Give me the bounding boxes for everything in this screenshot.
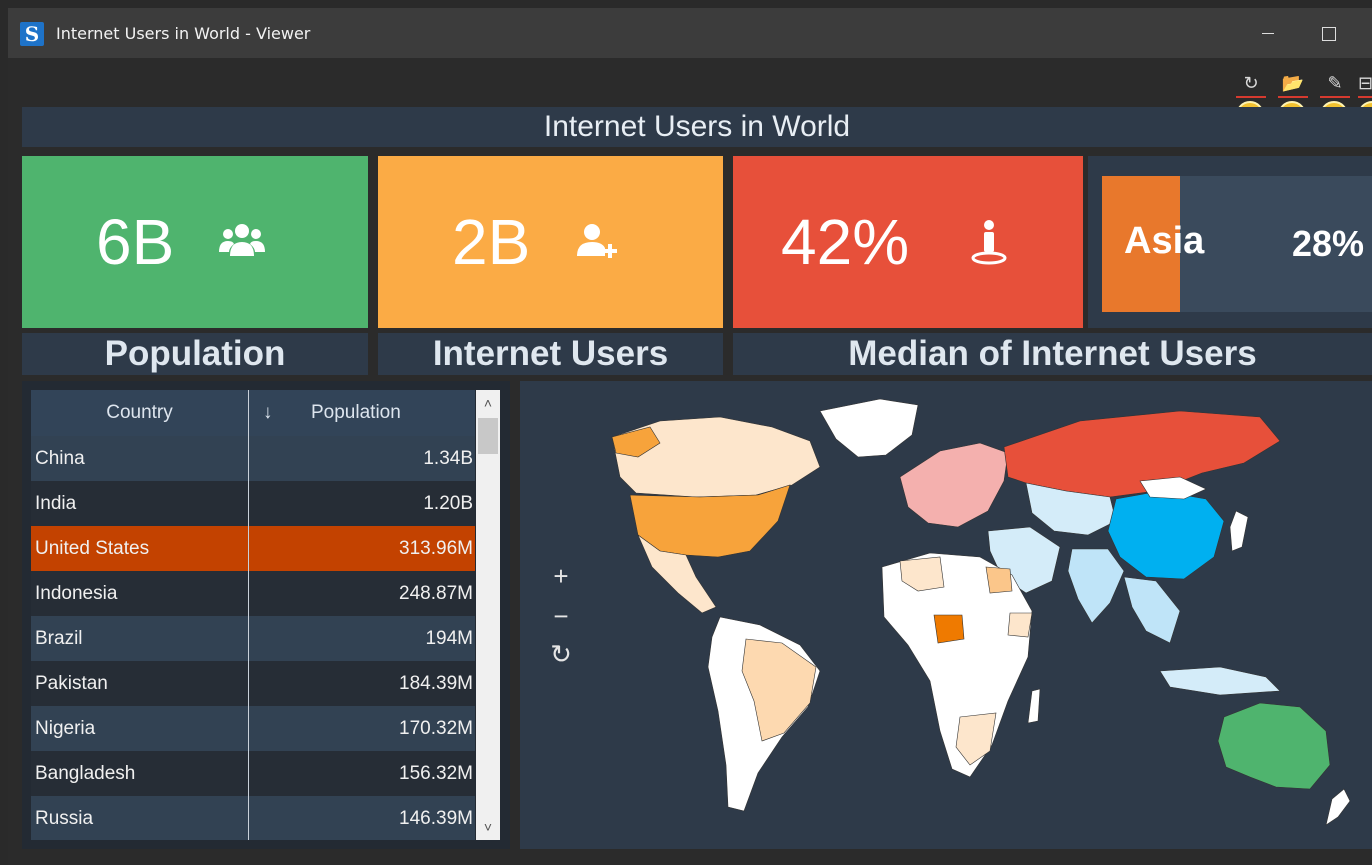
- kpi-label-population: Population: [22, 333, 368, 375]
- open-folder-icon[interactable]: 📂: [1278, 72, 1308, 98]
- zoom-out-button[interactable]: −: [546, 601, 576, 632]
- map-region-southeast-asia[interactable]: [1123, 576, 1181, 644]
- sort-descending-icon: ↓: [263, 402, 273, 423]
- cell-population: 156.32M: [399, 763, 473, 784]
- map-region-europe[interactable]: [899, 442, 1009, 528]
- table-row[interactable]: Pakistan 184.39M: [31, 661, 475, 706]
- table-row[interactable]: Nigeria 170.32M: [31, 706, 475, 751]
- refresh-icon[interactable]: ↻: [1236, 72, 1266, 98]
- column-header-population[interactable]: ↓ Population: [249, 390, 475, 436]
- region-indicator-card[interactable]: Asia 28%: [1088, 156, 1372, 328]
- scroll-thumb[interactable]: [478, 418, 498, 454]
- cell-population: 184.39M: [399, 673, 473, 694]
- scroll-down-icon[interactable]: ˅: [476, 814, 500, 840]
- cell-population: 170.32M: [399, 718, 473, 739]
- cell-population: 248.87M: [399, 583, 473, 604]
- map-region-egypt[interactable]: [985, 566, 1013, 594]
- map-region-greenland[interactable]: [819, 398, 919, 458]
- map-region-nigeria[interactable]: [933, 614, 965, 644]
- kpi-value: 42%: [781, 206, 910, 278]
- world-map-panel[interactable]: + − ↻: [520, 381, 1372, 849]
- region-name: Asia: [1124, 220, 1205, 262]
- fullscreen-icon[interactable]: ⊟: [1358, 72, 1372, 98]
- cell-country: Bangladesh: [35, 763, 136, 784]
- kpi-value: 2B: [452, 206, 531, 278]
- world-map[interactable]: [520, 381, 1372, 849]
- table-row-selected[interactable]: United States 313.96M: [31, 526, 475, 571]
- table-header: Country ↓ Population: [31, 390, 475, 436]
- table-row[interactable]: Russia 146.39M: [31, 796, 475, 840]
- kpi-card-internet-users[interactable]: 2B: [378, 156, 723, 328]
- kpi-label-median: Median of Internet Users: [733, 333, 1372, 375]
- table-row[interactable]: China 1.34B: [31, 436, 475, 481]
- kpi-card-population[interactable]: 6B: [22, 156, 368, 328]
- cell-country: Pakistan: [35, 673, 108, 694]
- table-scrollbar[interactable]: ˄ ˅: [476, 390, 500, 840]
- cell-country: United States: [35, 538, 150, 559]
- dashboard-title: Internet Users in World: [22, 107, 1372, 147]
- column-header-population-label: Population: [311, 402, 401, 423]
- map-region-japan[interactable]: [1229, 510, 1249, 552]
- cell-population: 146.39M: [399, 808, 473, 829]
- map-region-australia[interactable]: [1217, 702, 1331, 790]
- window-titlebar: S Internet Users in World - Viewer: [8, 8, 1372, 58]
- map-region-madagascar[interactable]: [1027, 688, 1041, 724]
- window-title: Internet Users in World - Viewer: [56, 24, 311, 43]
- minimize-button[interactable]: [1248, 16, 1288, 50]
- kpi-value: 6B: [96, 206, 175, 278]
- person-location-icon: [971, 220, 1007, 265]
- cell-country: Indonesia: [35, 583, 118, 604]
- kpi-card-median[interactable]: 42%: [733, 156, 1083, 328]
- cell-country: Brazil: [35, 628, 83, 649]
- map-region-ethiopia[interactable]: [1007, 612, 1033, 638]
- add-user-icon: [577, 224, 617, 258]
- kpi-label-internet-users: Internet Users: [378, 333, 723, 375]
- table-row[interactable]: Indonesia 248.87M: [31, 571, 475, 616]
- map-region-mongolia[interactable]: [1139, 476, 1207, 500]
- table-row[interactable]: India 1.20B: [31, 481, 475, 526]
- edit-pencil-icon[interactable]: ✎: [1320, 72, 1350, 98]
- app-icon: S: [20, 22, 44, 46]
- column-header-country[interactable]: Country: [31, 390, 248, 436]
- cell-population: 194M: [425, 628, 473, 649]
- maximize-button[interactable]: [1308, 16, 1348, 50]
- region-percent: 28%: [1292, 223, 1365, 264]
- cell-population: 1.34B: [423, 448, 473, 469]
- zoom-in-button[interactable]: +: [546, 561, 576, 592]
- reset-view-icon[interactable]: ↻: [546, 639, 576, 670]
- column-divider[interactable]: [248, 390, 249, 840]
- cell-population: 1.20B: [423, 493, 473, 514]
- cell-country: Nigeria: [35, 718, 96, 739]
- scroll-up-icon[interactable]: ˄: [476, 390, 500, 416]
- cell-country: Russia: [35, 808, 94, 829]
- cell-country: India: [35, 493, 77, 514]
- map-region-india[interactable]: [1067, 548, 1125, 624]
- country-table-panel: Country ↓ Population China 1.34B India 1…: [22, 381, 510, 849]
- table-row[interactable]: Brazil 194M: [31, 616, 475, 661]
- table-row[interactable]: Bangladesh 156.32M: [31, 751, 475, 796]
- map-region-china[interactable]: [1107, 490, 1225, 580]
- map-region-indonesia[interactable]: [1159, 666, 1281, 696]
- cell-country: China: [35, 448, 85, 469]
- region-indicator: Asia 28%: [1102, 176, 1372, 312]
- map-region-new-zealand[interactable]: [1325, 788, 1351, 826]
- users-icon: [219, 224, 265, 256]
- country-table[interactable]: Country ↓ Population China 1.34B India 1…: [31, 390, 475, 840]
- cell-population: 313.96M: [399, 538, 473, 559]
